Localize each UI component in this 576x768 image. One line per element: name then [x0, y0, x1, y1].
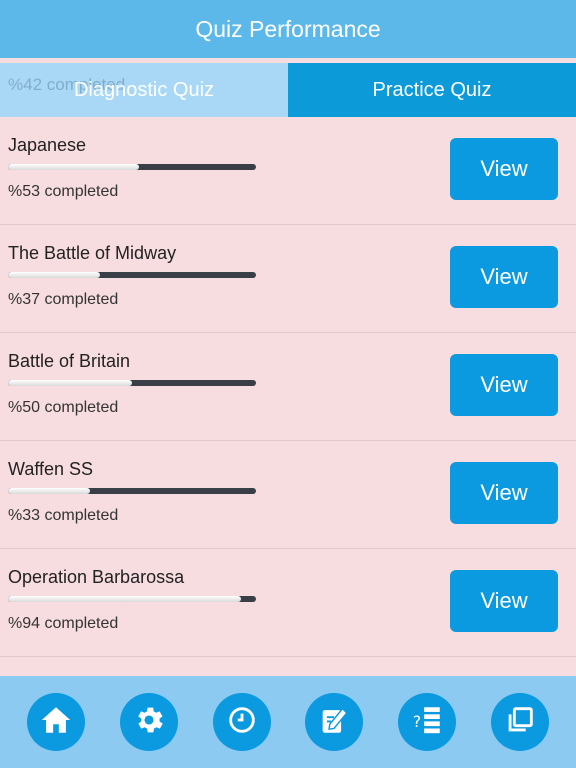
tab-label: Diagnostic Quiz — [73, 78, 215, 101]
view-button[interactable]: View — [450, 570, 558, 632]
view-button[interactable]: View — [450, 354, 558, 416]
completion-status: %94 completed — [8, 615, 119, 632]
list-item: The Battle of Midway %37 completed View — [0, 225, 576, 333]
view-button[interactable]: View — [450, 246, 558, 308]
completion-status: %53 completed — [8, 183, 119, 200]
completion-status: %50 completed — [8, 399, 119, 416]
header-bar: Quiz Performance — [0, 0, 576, 58]
progress-fill — [8, 380, 132, 386]
progress-bar — [8, 488, 256, 494]
gear-icon — [132, 703, 166, 742]
quiz-title: Operation Barbarossa — [8, 567, 185, 587]
notes-button[interactable] — [305, 693, 364, 751]
progress-bar — [8, 380, 256, 386]
question-list-icon: ? — [410, 703, 444, 742]
progress-fill — [8, 164, 140, 170]
home-button[interactable] — [27, 693, 86, 751]
completion-status: %37 completed — [8, 291, 119, 308]
progress-fill — [8, 596, 242, 602]
tab-diagnostic-quiz[interactable]: %42 completed Diagnostic Quiz — [0, 63, 288, 117]
tab-practice-quiz[interactable]: Practice Quiz — [288, 63, 576, 117]
svg-text:?: ? — [413, 713, 421, 731]
page-title: Quiz Performance — [195, 15, 381, 42]
completion-status: %33 completed — [8, 507, 119, 524]
history-button[interactable] — [212, 693, 271, 751]
view-button[interactable]: View — [450, 138, 558, 200]
quiz-title: The Battle of Midway — [8, 243, 177, 263]
progress-fill — [8, 272, 100, 278]
quiz-title: Waffen SS — [8, 459, 94, 479]
bottom-nav-bar: ? — [0, 676, 576, 768]
quiz-list: Japanese %53 completed View The Battle o… — [0, 117, 576, 657]
quiz-list-button[interactable]: ? — [397, 693, 456, 751]
settings-button[interactable] — [119, 693, 178, 751]
tab-bar: %42 completed Diagnostic Quiz Practice Q… — [0, 63, 576, 117]
list-item: Operation Barbarossa %94 completed View — [0, 549, 576, 657]
list-item: Japanese %53 completed View — [0, 117, 576, 225]
home-icon — [39, 703, 73, 742]
list-item: Waffen SS %33 completed View — [0, 441, 576, 549]
clock-icon — [225, 703, 259, 742]
progress-bar — [8, 164, 256, 170]
quiz-title: Japanese — [8, 135, 87, 155]
tab-label: Practice Quiz — [372, 78, 492, 101]
progress-bar — [8, 272, 256, 278]
quiz-title: Battle of Britain — [8, 351, 131, 371]
copy-button[interactable] — [490, 693, 549, 751]
list-item: Battle of Britain %50 completed View — [0, 333, 576, 441]
copy-icon — [503, 703, 537, 742]
progress-fill — [8, 488, 90, 494]
progress-bar — [8, 596, 256, 602]
view-button[interactable]: View — [450, 462, 558, 524]
edit-note-icon — [317, 703, 351, 742]
